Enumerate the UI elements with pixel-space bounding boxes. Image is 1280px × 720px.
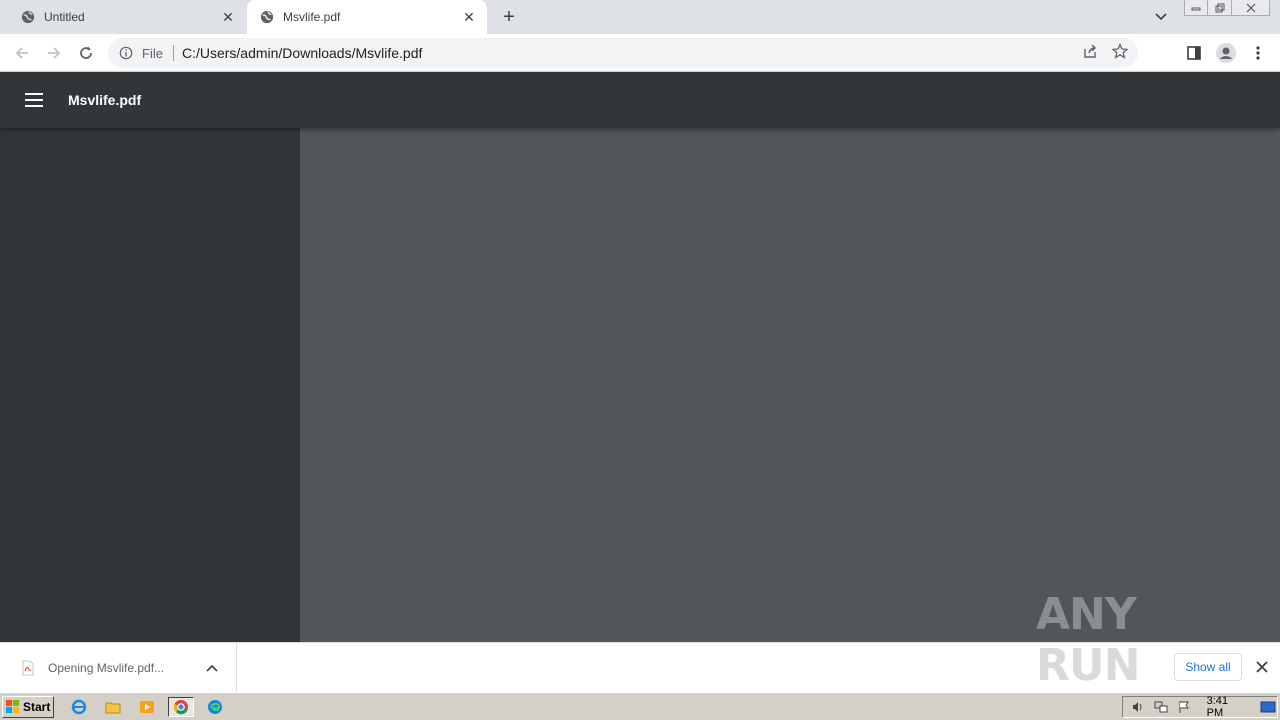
download-status-text: Opening Msvlife.pdf...	[48, 661, 165, 675]
bookmark-star-icon[interactable]	[1111, 42, 1129, 64]
close-tab-icon[interactable]: ✕	[218, 7, 238, 27]
info-icon[interactable]	[118, 45, 134, 61]
pdf-thumbnail-sidebar[interactable]	[0, 128, 300, 642]
pdf-canvas[interactable]	[300, 128, 1280, 642]
pdf-title: Msvlife.pdf	[68, 92, 142, 108]
tab-title: Untitled	[44, 10, 85, 24]
url-text[interactable]: C:/Users/admin/Downloads/Msvlife.pdf	[182, 45, 1082, 61]
download-shelf: Opening Msvlife.pdf... Show all	[0, 642, 1280, 693]
start-button[interactable]: Start	[2, 696, 54, 718]
new-tab-button[interactable]: +	[498, 6, 520, 28]
tab-title: Msvlife.pdf	[283, 10, 341, 24]
reload-icon[interactable]	[74, 41, 98, 65]
chevron-down-icon[interactable]	[1150, 6, 1172, 28]
more-menu-icon[interactable]	[1246, 41, 1270, 65]
globe-icon	[20, 9, 36, 25]
pdf-file-icon	[20, 659, 36, 677]
system-tray: 3:41 PM	[1122, 695, 1278, 719]
edge-icon[interactable]	[204, 697, 226, 717]
action-center-flag-icon[interactable]	[1175, 699, 1192, 715]
close-window-icon[interactable]	[1232, 0, 1270, 16]
pdf-viewer-toolbar: Msvlife.pdf	[0, 72, 1280, 128]
profile-avatar-icon[interactable]	[1214, 41, 1238, 65]
url-scheme-label: File	[142, 45, 163, 61]
volume-icon[interactable]	[1129, 699, 1146, 715]
windows-taskbar: Start 3:41 PM	[0, 692, 1280, 720]
forward-arrow-icon[interactable]	[42, 41, 66, 65]
tab-untitled[interactable]: Untitled ✕	[8, 0, 246, 34]
tab-msvlife-pdf[interactable]: Msvlife.pdf ✕	[247, 0, 487, 34]
close-tab-icon[interactable]: ✕	[459, 7, 479, 27]
media-player-icon[interactable]	[136, 697, 158, 717]
chevron-up-icon[interactable]	[202, 658, 222, 678]
taskbar-clock: 3:41 PM	[1206, 695, 1229, 719]
show-desktop-icon[interactable]	[1260, 699, 1277, 715]
close-shelf-icon[interactable]	[1252, 657, 1272, 677]
side-panel-icon[interactable]	[1182, 41, 1206, 65]
internet-explorer-icon[interactable]	[68, 697, 90, 717]
show-all-button[interactable]: Show all	[1174, 653, 1242, 681]
tab-strip: Untitled ✕ Msvlife.pdf ✕ +	[0, 0, 1280, 34]
chrome-icon[interactable]	[168, 697, 194, 717]
network-icon[interactable]	[1152, 699, 1169, 715]
address-bar[interactable]: File C:/Users/admin/Downloads/Msvlife.pd…	[108, 38, 1138, 68]
divider	[172, 45, 174, 61]
file-explorer-icon[interactable]	[102, 697, 124, 717]
back-arrow-icon[interactable]	[10, 41, 34, 65]
browser-toolbar: File C:/Users/admin/Downloads/Msvlife.pd…	[0, 34, 1280, 72]
globe-icon	[259, 9, 275, 25]
window-controls	[1184, 0, 1270, 18]
download-item[interactable]: Opening Msvlife.pdf...	[0, 643, 237, 693]
windows-logo-icon	[6, 700, 19, 713]
restore-icon[interactable]	[1208, 0, 1232, 16]
share-icon[interactable]	[1082, 43, 1098, 64]
menu-icon[interactable]	[22, 88, 46, 112]
minimize-icon[interactable]	[1184, 0, 1208, 16]
start-label: Start	[23, 700, 51, 714]
